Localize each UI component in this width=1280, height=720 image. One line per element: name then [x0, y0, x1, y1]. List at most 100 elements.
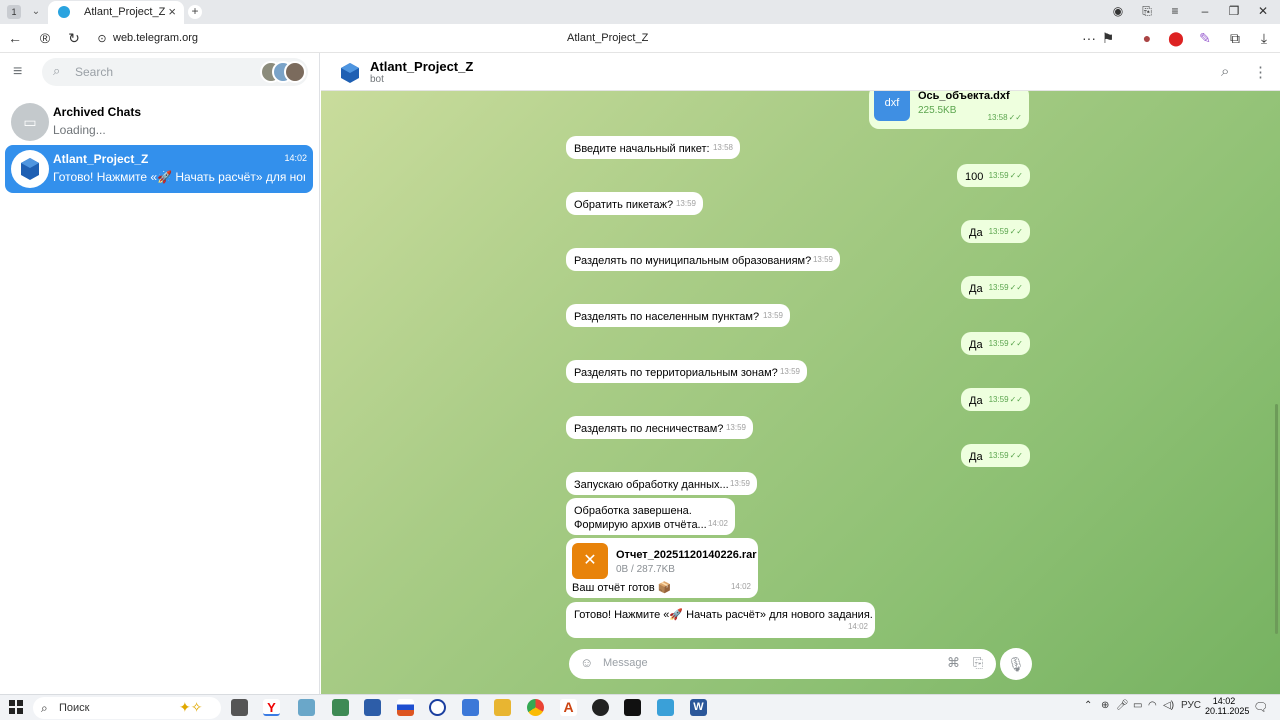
bookmark-icon[interactable]: ⚑ [1099, 30, 1117, 47]
opera-extension-icon[interactable]: ⬤ [1167, 30, 1185, 47]
avatar[interactable] [284, 61, 306, 83]
message-incoming[interactable]: Обратить пикетаж? 13:59 [566, 192, 703, 215]
url-text[interactable]: web.telegram.org [113, 32, 198, 44]
cancel-download-icon[interactable]: ✕ [572, 543, 608, 579]
telegram-favicon-icon [58, 6, 70, 18]
message-time: 13:59✓✓ [988, 227, 1023, 236]
extension-icon[interactable]: ● [1138, 30, 1156, 46]
more-icon[interactable]: ··· [1080, 30, 1098, 46]
menu-icon[interactable]: ≡ [1167, 4, 1183, 18]
close-icon[interactable]: × [168, 4, 176, 19]
message-text: Да [969, 451, 983, 463]
profile-icon[interactable]: ◉ [1110, 4, 1126, 18]
message-text-line: Обработка завершена. [574, 505, 692, 517]
message-outgoing[interactable]: Да 13:59✓✓ [961, 332, 1030, 355]
tab-count-badge[interactable]: 1 [7, 5, 21, 19]
task-view-icon[interactable] [231, 699, 248, 716]
folder-icon[interactable] [494, 699, 511, 716]
message-incoming[interactable]: Разделять по населенным пунктам? 13:59 [566, 304, 790, 327]
window-close-icon[interactable]: ✕ [1255, 4, 1271, 18]
emoji-icon[interactable]: ☺ [580, 655, 593, 670]
message-incoming[interactable]: Готово! Нажмите «🚀 Начать расчёт» для но… [566, 602, 875, 638]
reload-icon[interactable]: ↻ [65, 30, 83, 47]
volume-icon[interactable]: ◁) [1163, 700, 1174, 711]
more-vertical-icon[interactable]: ⋮ [1253, 63, 1268, 81]
hamburger-menu-icon[interactable]: ≡ [13, 63, 22, 81]
app-icon[interactable] [592, 699, 609, 716]
windows-start-icon[interactable] [9, 700, 23, 714]
search-input[interactable]: ⌕ Search [42, 58, 308, 86]
message-outgoing[interactable]: Да 13:59✓✓ [961, 220, 1030, 243]
autocad-icon[interactable]: A [560, 699, 577, 716]
taskbar-search[interactable]: ⌕ Поиск ✦✧ [33, 697, 221, 719]
archive-icon: ▭ [11, 103, 49, 141]
page-title: Atlant_Project_Z [567, 32, 649, 44]
message-time: 13:59 [675, 199, 696, 208]
calculator-icon[interactable] [332, 699, 349, 716]
message-file-incoming[interactable]: ✕ Отчет_20251120140226.rar 0B / 287.7KB … [566, 538, 758, 598]
clock-date: 20.11.2025 [1205, 706, 1250, 716]
clock[interactable]: 14:02 20.11.2025 [1205, 696, 1250, 716]
message-incoming[interactable]: Обработка завершена. Формирую архив отчё… [566, 498, 735, 535]
attach-icon[interactable]: ⎘ [973, 655, 983, 671]
search-icon: ⌕ [41, 701, 48, 715]
microphone-icon[interactable]: 🎤︎ [1116, 700, 1129, 711]
app-icon[interactable] [364, 699, 381, 716]
chat-header[interactable]: Atlant_Project_Z bot ⌕ ⋮ [321, 53, 1280, 91]
new-tab-button[interactable]: + [188, 5, 202, 19]
tray-app-icon[interactable]: ⊕ [1101, 700, 1109, 711]
language-indicator[interactable]: РУС [1181, 700, 1201, 711]
chevron-down-icon[interactable]: ⌄ [28, 4, 44, 20]
yandex-protect-icon[interactable]: ® [36, 30, 54, 46]
message-outgoing[interactable]: Да 13:59✓✓ [961, 388, 1030, 411]
minimize-icon[interactable]: – [1197, 4, 1213, 18]
pen-extension-icon[interactable]: ✎ [1196, 30, 1214, 47]
message-text: 100 [965, 171, 984, 183]
notifications-icon[interactable]: 🗨︎ [1253, 700, 1268, 714]
chat-item-atlant-project-z[interactable]: Atlant_Project_Z 14:02 Готово! Нажмите «… [5, 145, 313, 193]
app-icon[interactable] [657, 699, 674, 716]
message-text: Запускаю обработку данных... [574, 479, 729, 491]
message-time: 13:59✓✓ [988, 451, 1023, 460]
maximize-icon[interactable]: ❐ [1226, 4, 1242, 18]
app-icon[interactable] [298, 699, 315, 716]
battery-icon[interactable]: ▭ [1133, 700, 1142, 711]
message-file-outgoing[interactable]: dxf Ось_объекта.dxf 225.5KB 13:58✓✓ [869, 91, 1029, 129]
chat-preview: Готово! Нажмите «🚀 Начать расчёт» для но… [53, 170, 305, 184]
message-incoming[interactable]: Разделять по муниципальным образованиям?… [566, 248, 840, 271]
message-outgoing[interactable]: 100 13:59✓✓ [957, 164, 1030, 187]
back-arrow-icon[interactable]: ← [6, 30, 24, 46]
message-incoming[interactable]: Запускаю обработку данных... 13:59 [566, 472, 757, 495]
search-placeholder: Search [75, 65, 114, 79]
file-size: 225.5KB [918, 105, 957, 116]
document-icon[interactable] [462, 699, 479, 716]
russia-app-icon[interactable] [397, 699, 414, 716]
message-time: 13:58✓✓ [987, 113, 1022, 122]
message-incoming[interactable]: Разделять по лесничествам? 13:59 [566, 416, 753, 439]
extensions-icon[interactable]: ⧉ [1226, 30, 1244, 47]
message-incoming[interactable]: Введите начальный пикет: 13:58 [566, 136, 740, 159]
message-incoming[interactable]: Разделять по территориальным зонам? 13:5… [566, 360, 807, 383]
bookmarks-icon[interactable]: ⎘ [1139, 4, 1155, 19]
browser-tab[interactable]: Atlant_Project_Z × [48, 1, 184, 24]
search-icon[interactable]: ⌕ [1221, 63, 1229, 80]
yandex-browser-icon[interactable]: Y [263, 699, 280, 716]
message-input[interactable]: ☺ Message ⌘ ⎘ [569, 649, 996, 679]
chat-name: Atlant_Project_Z [53, 152, 149, 166]
chrome-icon[interactable] [527, 699, 544, 716]
download-icon[interactable]: ⤓ [1255, 30, 1273, 47]
site-info-icon[interactable]: ⊙ [93, 32, 111, 45]
clock-time: 14:02 [1212, 696, 1236, 706]
chat-list-sidebar: ≡ ⌕ Search ▭ Archived Chats Loading... A… [0, 53, 320, 694]
wifi-icon[interactable]: ◠ [1148, 700, 1157, 711]
tray-chevron-icon[interactable]: ⌃ [1084, 700, 1092, 711]
scrollbar[interactable] [1275, 404, 1278, 634]
word-icon[interactable]: W [690, 699, 707, 716]
archived-chats-item[interactable]: ▭ Archived Chats Loading... [5, 98, 313, 146]
command-icon[interactable]: ⌘ [947, 655, 960, 671]
microphone-button[interactable]: 🎙 [1000, 648, 1032, 680]
message-outgoing[interactable]: Да 13:59✓✓ [961, 444, 1030, 467]
message-outgoing[interactable]: Да 13:59✓✓ [961, 276, 1030, 299]
app-icon[interactable] [429, 699, 446, 716]
terminal-icon[interactable] [624, 699, 641, 716]
